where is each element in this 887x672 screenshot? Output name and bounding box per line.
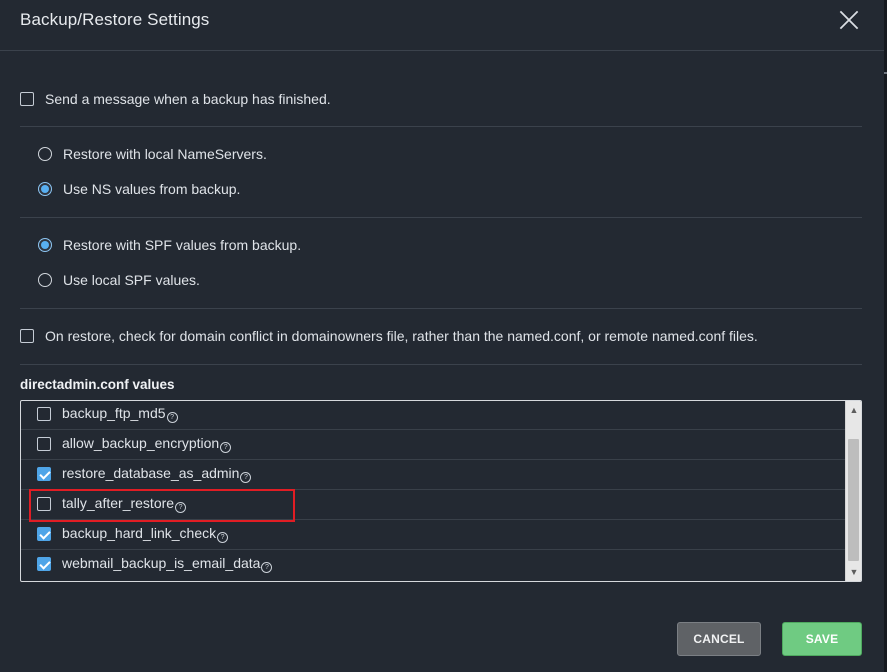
conf-item-backup-ftp-md5[interactable]: backup_ftp_md5?: [21, 401, 845, 430]
conf-values-list[interactable]: backup_ftp_md5? allow_backup_encryption?…: [20, 400, 862, 582]
domain-conflict-section: On restore, check for domain conflict in…: [20, 309, 862, 365]
conf-item-label: allow_backup_encryption?: [62, 435, 232, 453]
spf-backup-option[interactable]: Restore with SPF values from backup.: [38, 237, 301, 253]
conf-item-webmail-backup-is-email-data[interactable]: webmail_backup_is_email_data?: [21, 549, 845, 579]
ns-backup-label: Use NS values from backup.: [63, 181, 241, 197]
help-icon[interactable]: ?: [220, 442, 232, 453]
conf-item-label: tally_after_restore?: [62, 495, 187, 513]
help-icon[interactable]: ?: [217, 532, 229, 543]
close-icon: [838, 9, 860, 31]
domain-conflict-checkbox[interactable]: [20, 329, 34, 343]
spf-section: Restore with SPF values from backup. Use…: [20, 218, 862, 309]
tally-after-restore-checkbox[interactable]: [37, 497, 51, 511]
spf-local-option[interactable]: Use local SPF values.: [38, 272, 200, 288]
ns-local-label: Restore with local NameServers.: [63, 146, 267, 162]
spf-backup-label: Restore with SPF values from backup.: [63, 237, 302, 253]
conf-item-label: backup_ftp_md5?: [62, 405, 178, 423]
ns-backup-radio[interactable]: [38, 182, 52, 196]
scrollbar-thumb[interactable]: [848, 439, 859, 561]
conf-item-label: restore_database_as_admin?: [62, 465, 252, 483]
nameserver-section: Restore with local NameServers. Use NS v…: [20, 127, 862, 218]
help-icon[interactable]: ?: [261, 562, 273, 573]
cancel-button[interactable]: CANCEL: [677, 622, 761, 656]
ns-local-option[interactable]: Restore with local NameServers.: [38, 146, 267, 162]
chevron-up-icon[interactable]: ▲: [846, 402, 861, 418]
help-icon[interactable]: ?: [166, 412, 178, 423]
list-scrollbar[interactable]: ▲ ▼: [845, 401, 861, 581]
backup-hard-link-check-checkbox[interactable]: [37, 527, 51, 541]
help-icon[interactable]: ?: [240, 472, 252, 483]
spf-local-label: Use local SPF values.: [63, 272, 200, 288]
domain-conflict-option[interactable]: On restore, check for domain conflict in…: [20, 328, 758, 344]
chevron-down-icon[interactable]: ▼: [846, 564, 861, 580]
close-button[interactable]: [838, 9, 860, 31]
notification-section: Send a message when a backup has finishe…: [20, 50, 862, 127]
send-message-checkbox[interactable]: [20, 92, 34, 106]
conf-values-title: directadmin.conf values: [20, 377, 175, 392]
restore-database-as-admin-checkbox[interactable]: [37, 467, 51, 481]
allow-backup-encryption-checkbox[interactable]: [37, 437, 51, 451]
domain-conflict-label: On restore, check for domain conflict in…: [45, 328, 758, 344]
conf-item-label: backup_hard_link_check?: [62, 525, 229, 543]
dialog-header: Backup/Restore Settings: [0, 0, 884, 51]
conf-item-label: webmail_backup_is_email_data?: [62, 555, 273, 573]
conf-item-restore-database-as-admin[interactable]: restore_database_as_admin?: [21, 459, 845, 490]
ns-backup-option[interactable]: Use NS values from backup.: [38, 181, 240, 197]
conf-item-tally-after-restore[interactable]: tally_after_restore?: [21, 489, 845, 520]
backup-ftp-md5-checkbox[interactable]: [37, 407, 51, 421]
dialog-title: Backup/Restore Settings: [20, 10, 210, 29]
spf-backup-radio[interactable]: [38, 238, 52, 252]
conf-item-backup-hard-link-check[interactable]: backup_hard_link_check?: [21, 519, 845, 550]
save-button[interactable]: SAVE: [782, 622, 862, 656]
conf-item-allow-backup-encryption[interactable]: allow_backup_encryption?: [21, 429, 845, 460]
ns-local-radio[interactable]: [38, 147, 52, 161]
help-icon[interactable]: ?: [175, 502, 187, 513]
send-message-option[interactable]: Send a message when a backup has finishe…: [20, 91, 331, 107]
webmail-backup-is-email-data-checkbox[interactable]: [37, 557, 51, 571]
spf-local-radio[interactable]: [38, 273, 52, 287]
send-message-label: Send a message when a backup has finishe…: [45, 91, 331, 107]
